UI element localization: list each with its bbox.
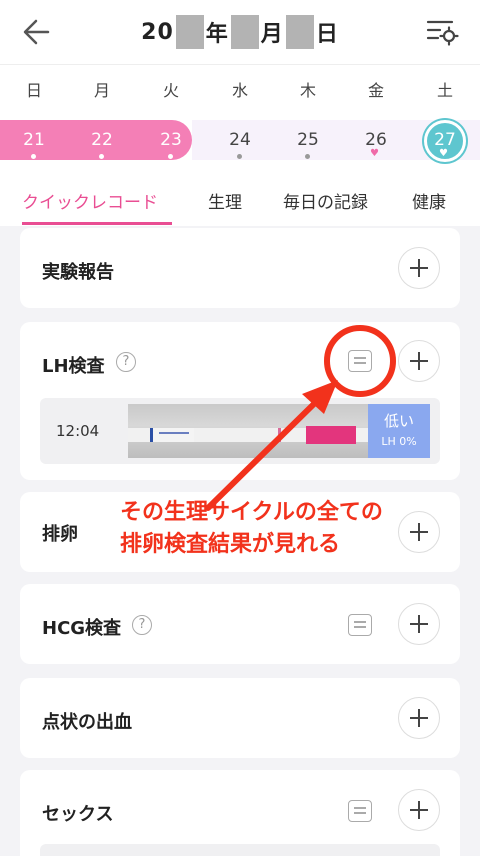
annotation-circle [324, 325, 396, 397]
annotation-text: その生理サイクルの全ての 排卵検査結果が見れる [120, 497, 460, 561]
annotation-overlay [205, 325, 396, 511]
annotation-line-1: その生理サイクルの全ての [120, 500, 383, 525]
annotation-line-2: 排卵検査結果が見れる [120, 532, 341, 557]
annotation-arrow-line [205, 395, 323, 511]
